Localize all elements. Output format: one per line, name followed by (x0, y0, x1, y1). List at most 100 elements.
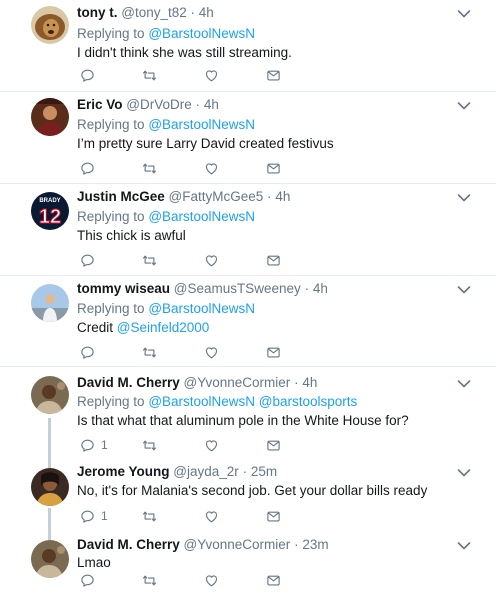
tweet[interactable]: David M. Cherry @YvonneCormier · 23m Lma… (0, 532, 496, 600)
like-button[interactable] (204, 252, 219, 268)
retweet-button[interactable] (142, 344, 157, 360)
display-name[interactable]: David M. Cherry (77, 537, 180, 552)
direct-message-button[interactable] (266, 437, 281, 453)
reply-icon (80, 68, 95, 83)
replying-to-label: Replying to (77, 26, 145, 41)
retweet-button[interactable] (142, 572, 157, 588)
retweet-icon (142, 253, 157, 268)
like-button[interactable] (204, 508, 219, 524)
chevron-down-icon[interactable] (457, 285, 471, 295)
display-name[interactable]: tony t. (77, 5, 118, 20)
tweet[interactable]: BRADY 12 Justin McGee @FattyMcGee5 · 4h R… (0, 184, 496, 276)
retweet-button[interactable] (142, 252, 157, 268)
like-button[interactable] (204, 344, 219, 360)
reply-button[interactable]: 1 (80, 437, 108, 453)
reply-button[interactable] (80, 67, 101, 83)
timestamp[interactable]: 4h (313, 281, 328, 296)
tweet-header: David M. Cherry @YvonneCormier · 23m (77, 536, 329, 554)
like-button[interactable] (204, 67, 219, 83)
reply-button[interactable] (80, 572, 101, 588)
timestamp[interactable]: 4h (302, 375, 317, 390)
chevron-down-icon[interactable] (457, 193, 471, 203)
like-icon (204, 253, 219, 268)
like-button[interactable] (204, 160, 219, 176)
retweet-icon (142, 345, 157, 360)
display-name[interactable]: David M. Cherry (77, 375, 180, 390)
chevron-down-icon[interactable] (457, 9, 471, 19)
tweet-text: Credit @Seinfeld2000 (77, 319, 209, 337)
direct-message-button[interactable] (266, 508, 281, 524)
avatar[interactable] (31, 98, 69, 136)
avatar-jersey-number: 12 (39, 206, 61, 228)
chevron-down-icon[interactable] (457, 379, 471, 389)
separator-dot: · (304, 281, 310, 296)
user-handle[interactable]: @DrVoDre (126, 97, 191, 112)
avatar[interactable] (31, 540, 69, 578)
tweet-header: tony t. @tony_t82 · 4h (77, 4, 214, 22)
replying-to-mention[interactable]: @BarstoolNewsN (148, 26, 255, 41)
retweet-button[interactable] (142, 437, 157, 453)
reply-button[interactable]: 1 (80, 508, 108, 524)
display-name[interactable]: Eric Vo (77, 97, 123, 112)
tweet-header: Jerome Young @jayda_2r · 25m (77, 463, 277, 481)
chevron-down-icon[interactable] (457, 101, 471, 111)
tweet-text: No, it's for Malania's second job. Get y… (77, 483, 428, 498)
replying-to-mention[interactable]: @BarstoolNewsN (148, 117, 255, 132)
tweet[interactable]: tony t. @tony_t82 · 4h Replying to @Bars… (0, 0, 496, 92)
retweet-button[interactable] (142, 508, 157, 524)
user-handle[interactable]: @SeamusTSweeney (174, 281, 301, 296)
retweet-icon (142, 68, 157, 83)
tweet[interactable]: Eric Vo @DrVoDre · 4h Replying to @Barst… (0, 92, 496, 184)
reply-icon (80, 161, 95, 176)
avatar[interactable] (31, 284, 69, 322)
timestamp[interactable]: 23m (302, 537, 328, 552)
direct-message-button[interactable] (266, 572, 281, 588)
display-name[interactable]: Jerome Young (77, 464, 170, 479)
like-icon (204, 68, 219, 83)
timestamp[interactable]: 4h (275, 189, 290, 204)
user-handle[interactable]: @YvonneCormier (184, 375, 291, 390)
replying-to-mention[interactable]: @BarstoolNewsN @barstoolsports (148, 394, 357, 409)
tweet-text: This chick is awful (77, 228, 186, 243)
timestamp[interactable]: 4h (204, 97, 219, 112)
direct-message-button[interactable] (266, 67, 281, 83)
user-handle[interactable]: @FattyMcGee5 (169, 189, 264, 204)
direct-message-icon (266, 253, 281, 268)
tweet[interactable]: Jerome Young @jayda_2r · 25m No, it's fo… (0, 459, 496, 532)
display-name[interactable]: Justin McGee (77, 189, 165, 204)
replying-to: Replying to @BarstoolNewsN (77, 300, 255, 318)
tweet[interactable]: tommy wiseau @SeamusTSweeney · 4h Replyi… (0, 276, 496, 367)
like-icon (204, 573, 219, 588)
like-button[interactable] (204, 437, 219, 453)
direct-message-button[interactable] (266, 160, 281, 176)
timestamp[interactable]: 4h (199, 5, 214, 20)
display-name[interactable]: tommy wiseau (77, 281, 170, 296)
user-handle[interactable]: @jayda_2r (173, 464, 239, 479)
replying-to-label: Replying to (77, 301, 145, 316)
avatar[interactable] (31, 468, 69, 506)
avatar[interactable]: BRADY 12 (31, 192, 69, 230)
reply-button[interactable] (80, 344, 101, 360)
tweet[interactable]: David M. Cherry @YvonneCormier · 4h Repl… (0, 367, 496, 459)
separator-dot: · (195, 97, 201, 112)
reply-count: 1 (101, 509, 108, 523)
replying-to-mention[interactable]: @BarstoolNewsN (148, 209, 255, 224)
user-handle[interactable]: @tony_t82 (121, 5, 187, 20)
replying-to-mention[interactable]: @BarstoolNewsN (148, 301, 255, 316)
tweet-text-mention[interactable]: @Seinfeld2000 (117, 320, 210, 335)
timestamp[interactable]: 25m (251, 464, 277, 479)
retweet-button[interactable] (142, 67, 157, 83)
chevron-down-icon[interactable] (457, 541, 471, 551)
chevron-down-icon[interactable] (457, 468, 471, 478)
user-handle[interactable]: @YvonneCormier (184, 537, 291, 552)
direct-message-button[interactable] (266, 252, 281, 268)
direct-message-button[interactable] (266, 344, 281, 360)
retweet-button[interactable] (142, 160, 157, 176)
reply-count: 1 (101, 438, 108, 452)
reply-button[interactable] (80, 252, 101, 268)
reply-icon (80, 438, 95, 453)
like-button[interactable] (204, 572, 219, 588)
avatar[interactable] (31, 6, 69, 44)
reply-button[interactable] (80, 160, 101, 176)
avatar[interactable] (31, 376, 69, 414)
